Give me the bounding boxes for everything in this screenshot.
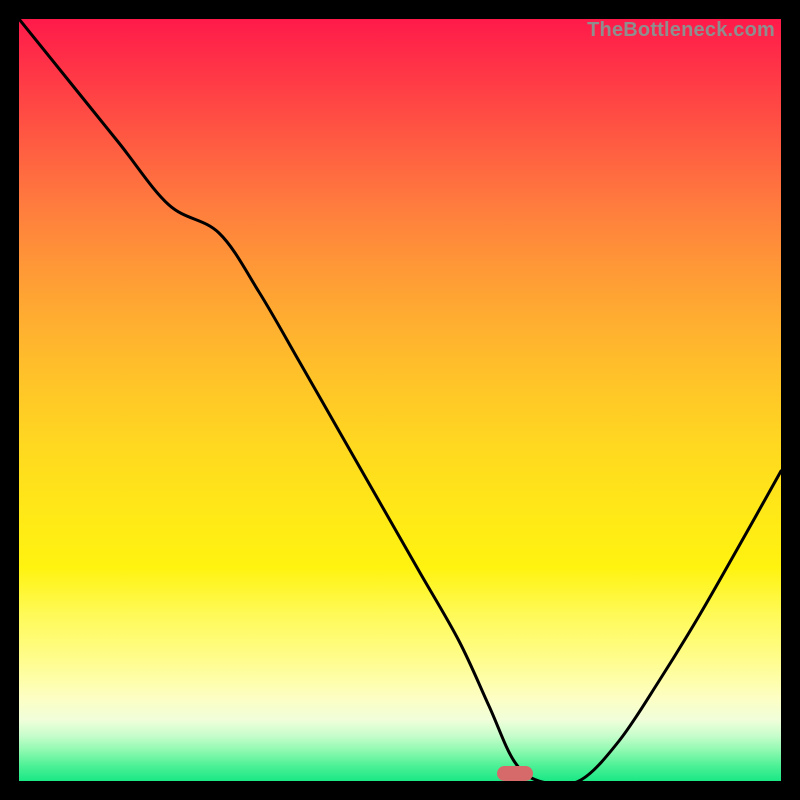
optimal-marker [497, 766, 533, 781]
curve-path [19, 19, 781, 781]
bottleneck-curve [19, 19, 781, 781]
chart-plot-area: TheBottleneck.com [19, 19, 781, 781]
chart-outer-frame: TheBottleneck.com [0, 0, 800, 800]
